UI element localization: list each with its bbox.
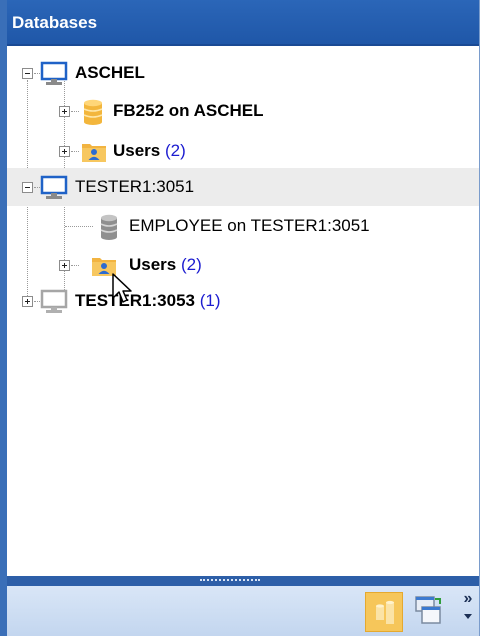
databases-panel: Databases ASCHEL FB252 on ASCHEL Users (… <box>0 0 480 636</box>
database-name: EMPLOYEE on TESTER1:3051 <box>129 216 370 235</box>
tree-line <box>71 111 79 112</box>
expand-toggle[interactable] <box>59 146 70 157</box>
server-name: TESTER1:3051 <box>75 177 195 196</box>
users-count: (2) <box>181 255 202 274</box>
server-name: TESTER1:3053 <box>75 291 195 310</box>
tree-node-database-employee[interactable]: EMPLOYEE on TESTER1:3051 <box>7 207 479 245</box>
tree-node-database-fb252[interactable]: FB252 on ASCHEL <box>7 92 479 130</box>
users-count: (2) <box>165 141 186 160</box>
server-name: ASCHEL <box>75 63 145 82</box>
monitor-icon <box>40 289 68 329</box>
tree-node-users[interactable]: Users (2) <box>7 132 479 170</box>
chevron-right-icon: » <box>463 590 473 607</box>
windows-view-button[interactable] <box>413 594 443 630</box>
users-text: Users <box>113 141 161 160</box>
users-label: Users (2) <box>129 246 202 284</box>
collapse-toggle[interactable] <box>22 68 33 79</box>
panel-toolbar: » <box>7 586 479 636</box>
tree-line <box>65 226 93 227</box>
expand-toggle[interactable] <box>59 260 70 271</box>
databases-view-icon <box>374 600 396 631</box>
tree-line <box>71 151 79 152</box>
server-label: TESTER1:3053 (1) <box>75 282 221 320</box>
tree-line <box>71 265 79 266</box>
databases-view-button[interactable] <box>365 592 403 632</box>
caret-down-icon <box>464 614 472 619</box>
panel-title: Databases <box>7 0 479 46</box>
expand-toggle[interactable] <box>22 296 33 307</box>
splitter-grip[interactable] <box>200 579 260 584</box>
users-text: Users <box>129 255 177 274</box>
tree-node-users[interactable]: Users (2) <box>7 246 479 284</box>
tree-node-server-tester1-3051[interactable]: TESTER1:3051 <box>7 168 479 206</box>
tree-node-server-tester1-3053[interactable]: TESTER1:3053 (1) <box>7 282 479 320</box>
mouse-cursor-icon <box>112 273 134 310</box>
toolbar-overflow-button[interactable]: » <box>459 590 477 630</box>
tree-node-server-aschel[interactable]: ASCHEL <box>7 54 479 92</box>
collapse-toggle[interactable] <box>22 182 33 193</box>
database-name: FB252 on ASCHEL <box>113 101 264 120</box>
windows-view-icon <box>413 594 443 633</box>
server-count: (1) <box>199 291 221 310</box>
expand-toggle[interactable] <box>59 106 70 117</box>
panel-splitter[interactable] <box>7 576 479 586</box>
users-label: Users (2) <box>113 132 186 170</box>
database-tree[interactable]: ASCHEL FB252 on ASCHEL Users (2) TESTER1… <box>7 50 479 576</box>
